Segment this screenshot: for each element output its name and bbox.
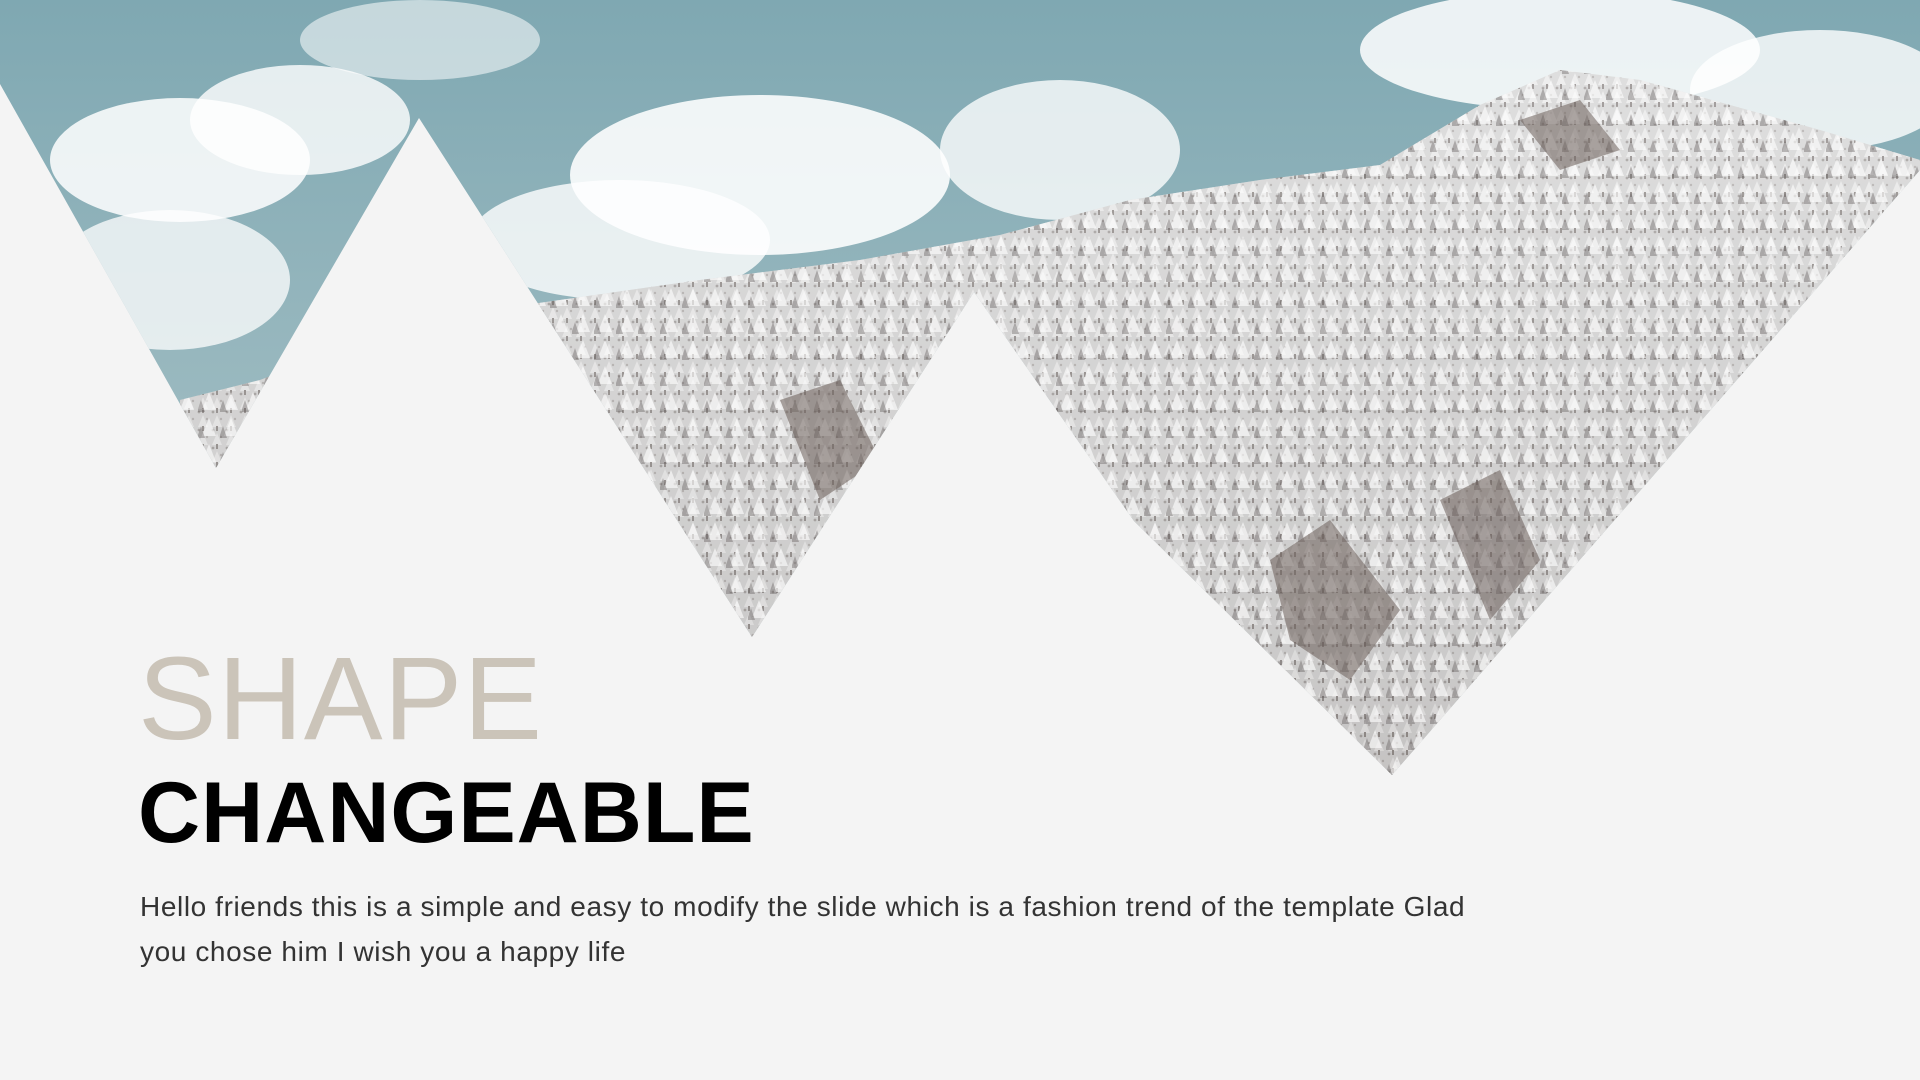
title-shape: SHAPE xyxy=(138,633,544,765)
body-paragraph: Hello friends this is a simple and easy … xyxy=(140,884,1620,974)
body-line-1: Hello friends this is a simple and easy … xyxy=(140,891,1466,922)
body-line-2: you chose him I wish you a happy life xyxy=(140,936,627,967)
slide: SHAPE CHANGEABLE Hello friends this is a… xyxy=(0,0,1920,1080)
title-changeable: CHANGEABLE xyxy=(138,765,755,861)
